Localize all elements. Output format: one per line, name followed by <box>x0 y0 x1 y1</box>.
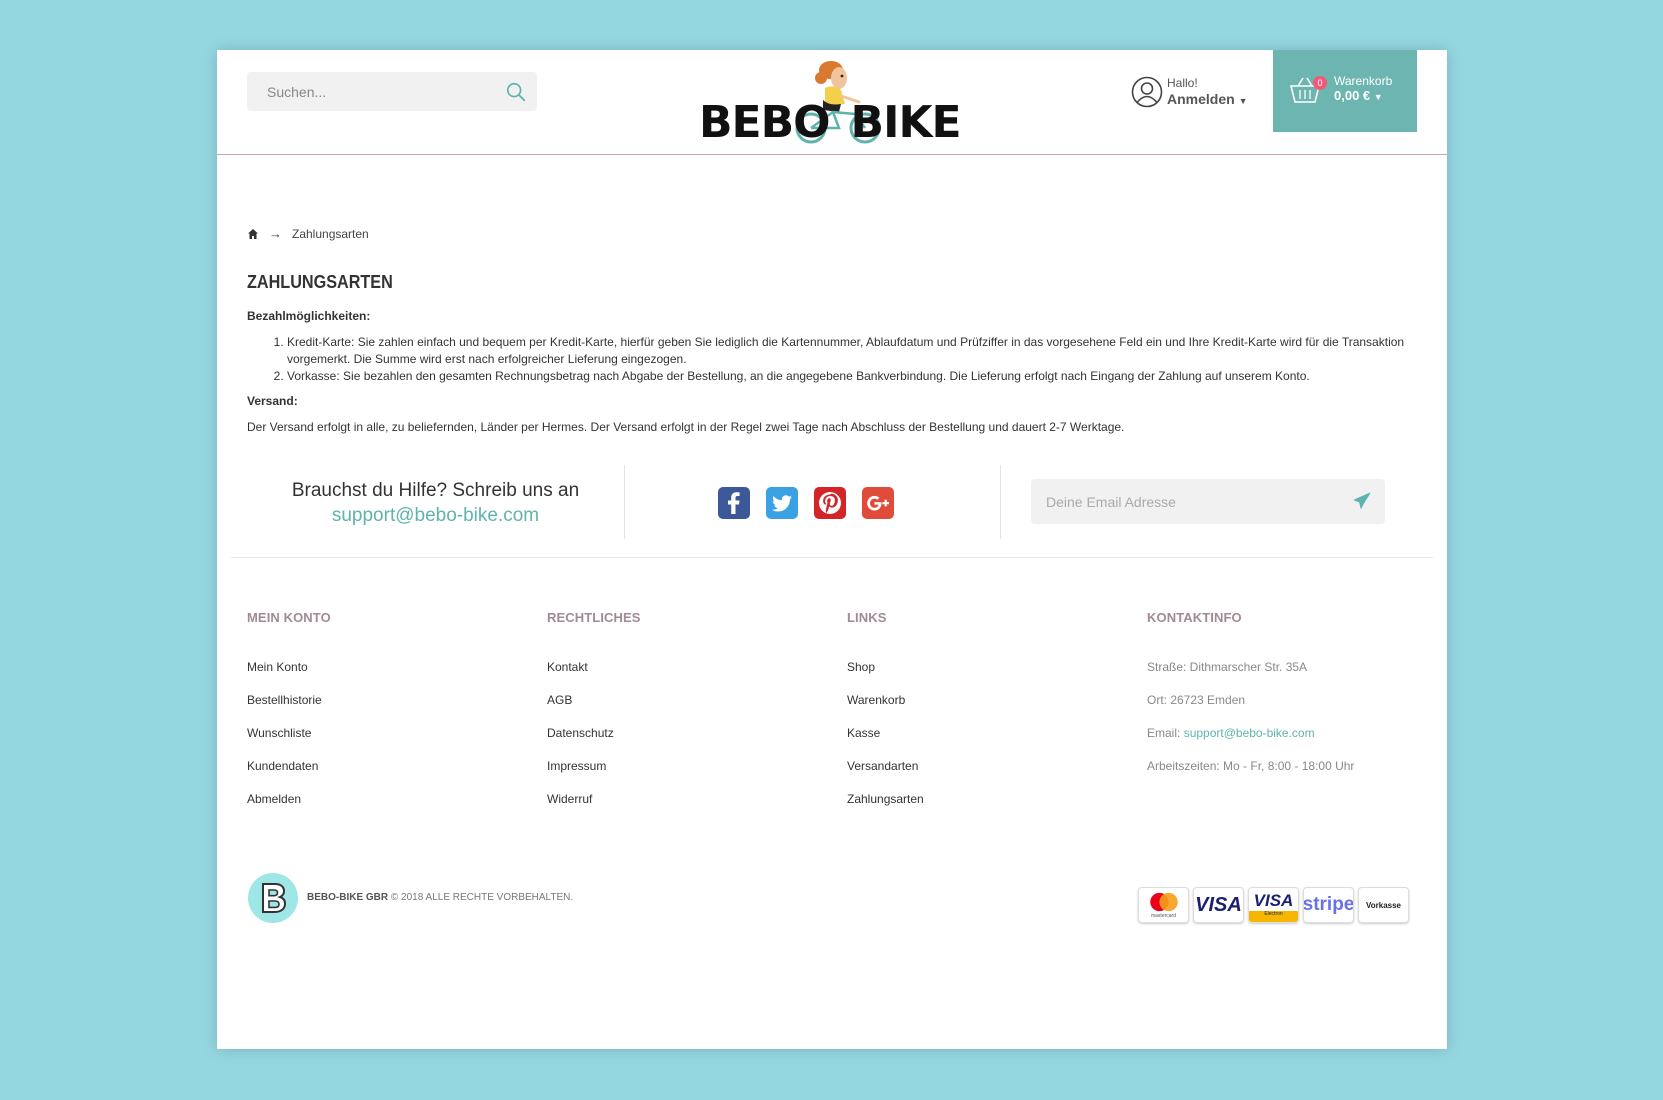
page-title: ZAHLUNGSARTEN <box>247 272 393 292</box>
newsletter-form <box>1031 479 1385 524</box>
search-icon[interactable] <box>505 81 527 103</box>
logo-text: BEBO BIKE <box>699 97 962 148</box>
visa-label: VISA <box>1195 893 1242 916</box>
footer-link[interactable]: Versandarten <box>847 759 1117 773</box>
google-plus-button[interactable] <box>862 487 894 519</box>
brand-b-logo-icon <box>248 873 298 923</box>
divider <box>1339 479 1340 524</box>
visa-electron-sub: Electron <box>1264 911 1283 917</box>
home-icon[interactable] <box>247 228 259 240</box>
breadcrumb: → Zahlungsarten <box>247 226 369 241</box>
help-band: Brauchst du Hilfe? Schreib uns an suppor… <box>231 465 1433 558</box>
cart-count-badge: 0 <box>1313 76 1327 90</box>
login-link[interactable]: Anmelden ▼ <box>1167 91 1248 107</box>
caret-down-icon: ▼ <box>1238 96 1248 106</box>
caret-down-icon: ▼ <box>1373 92 1383 102</box>
shipping-heading: Versand: <box>247 394 298 408</box>
list-item: Vorkasse: Sie bezahlen den gesamten Rech… <box>287 368 1417 385</box>
footer-col-links: LINKS Shop Warenkorb Kasse Versandarten … <box>847 610 1117 825</box>
payment-list: Kredit-Karte: Sie zahlen einfach und beq… <box>287 334 1417 385</box>
mastercard-icon <box>1149 892 1178 912</box>
footer-col-legal: RECHTLICHES Kontakt AGB Datenschutz Impr… <box>547 610 817 825</box>
payment-methods: mastercard VISA VISA Electron stripe Vor… <box>1138 887 1409 923</box>
vorkasse-label: Vorkasse <box>1366 900 1401 910</box>
site-logo[interactable]: BEBO BIKE <box>699 56 974 150</box>
cart-button[interactable]: 0 Warenkorb 0,00 € ▼ <box>1273 50 1417 132</box>
facebook-icon <box>718 487 750 519</box>
page-frame: BEBO BIKE Hallo! Anmelden ▼ 0 Warenkorb … <box>217 50 1447 1049</box>
user-icon <box>1131 76 1163 108</box>
account-menu[interactable]: Hallo! Anmelden ▼ <box>1131 75 1271 115</box>
footer-col-account: MEIN KONTO Mein Konto Bestellhistorie Wu… <box>247 610 517 825</box>
footer-heading: RECHTLICHES <box>547 610 641 625</box>
footer-link[interactable]: Kasse <box>847 726 1117 740</box>
footer-link[interactable]: Kontakt <box>547 660 817 674</box>
pinterest-button[interactable] <box>814 487 846 519</box>
help-text: Brauchst du Hilfe? Schreib uns an <box>291 480 580 501</box>
account-greeting: Hallo! <box>1167 76 1198 90</box>
footer-link[interactable]: Zahlungsarten <box>847 792 1117 806</box>
stripe-label: stripe <box>1303 894 1354 915</box>
newsletter-email-input[interactable] <box>1031 479 1331 524</box>
footer-heading: LINKS <box>847 610 887 625</box>
paper-plane-icon[interactable] <box>1353 492 1371 510</box>
footer-heading: KONTAKTINFO <box>1147 610 1242 625</box>
contact-email-link[interactable]: support@bebo-bike.com <box>1184 726 1315 740</box>
breadcrumb-current: Zahlungsarten <box>292 226 369 241</box>
vorkasse-badge: Vorkasse <box>1358 887 1409 923</box>
visa-electron-label: VISA <box>1253 891 1294 910</box>
footer-link[interactable]: Kundendaten <box>247 759 517 773</box>
copyright: BEBO-BIKE GBR © 2018 ALLE RECHTE VORBEHA… <box>307 892 573 903</box>
twitter-icon <box>766 487 798 519</box>
page-content: Bezahlmöglichkeiten: Kredit-Karte: Sie z… <box>247 308 1417 436</box>
stripe-badge: stripe <box>1303 887 1354 923</box>
cart-total-value: 0,00 € <box>1334 88 1371 103</box>
footer-link[interactable]: Datenschutz <box>547 726 817 740</box>
pinterest-icon <box>814 487 846 519</box>
search-input[interactable] <box>247 72 487 111</box>
social-links <box>625 465 1001 539</box>
footer-col-contact: KONTAKTINFO Straße: Dithmarscher Str. 35… <box>1147 610 1417 792</box>
help-contact: Brauchst du Hilfe? Schreib uns an suppor… <box>247 465 625 539</box>
mastercard-badge: mastercard <box>1138 887 1189 923</box>
google-plus-icon <box>862 487 894 519</box>
site-header: BEBO BIKE Hallo! Anmelden ▼ 0 Warenkorb … <box>217 50 1447 155</box>
list-item: Kredit-Karte: Sie zahlen einfach und beq… <box>287 334 1417 368</box>
facebook-button[interactable] <box>718 487 750 519</box>
contact-email-label: Email: <box>1147 726 1181 740</box>
payment-heading: Bezahlmöglichkeiten: <box>247 309 371 323</box>
footer-link[interactable]: Widerruf <box>547 792 817 806</box>
visa-badge: VISA <box>1193 887 1244 923</box>
search-box <box>247 72 537 111</box>
footer-heading: MEIN KONTO <box>247 610 331 625</box>
visa-electron-badge: VISA Electron <box>1248 887 1299 923</box>
footer-link[interactable]: Impressum <box>547 759 817 773</box>
newsletter-col <box>1001 465 1433 539</box>
footer-link[interactable]: Wunschliste <box>247 726 517 740</box>
footer-link[interactable]: Abmelden <box>247 792 517 806</box>
footer-link[interactable]: Bestellhistorie <box>247 693 517 707</box>
arrow-right-icon: → <box>269 226 282 241</box>
cart-total: 0,00 € ▼ <box>1334 88 1383 103</box>
mastercard-label: mastercard <box>1150 913 1176 919</box>
contact-hours: Arbeitszeiten: Mo - Fr, 8:00 - 18:00 Uhr <box>1147 759 1355 773</box>
company-name: BEBO-BIKE GBR <box>307 892 389 903</box>
footer-link[interactable]: Warenkorb <box>847 693 1117 707</box>
footer-link[interactable]: Mein Konto <box>247 660 517 674</box>
footer-link[interactable]: AGB <box>547 693 817 707</box>
help-email-link[interactable]: support@bebo-bike.com <box>332 503 539 528</box>
contact-email: Email: support@bebo-bike.com <box>1147 726 1417 740</box>
cart-label: Warenkorb <box>1334 74 1393 88</box>
login-label: Anmelden <box>1167 91 1235 107</box>
shipping-text: Der Versand erfolgt in alle, zu beliefer… <box>247 420 1125 434</box>
contact-city: Ort: 26723 Emden <box>1147 693 1246 707</box>
footer-link[interactable]: Shop <box>847 660 1117 674</box>
contact-street: Straße: Dithmarscher Str. 35A <box>1147 660 1308 674</box>
copyright-text: © 2018 ALLE RECHTE VORBEHALTEN. <box>390 892 574 903</box>
twitter-button[interactable] <box>766 487 798 519</box>
